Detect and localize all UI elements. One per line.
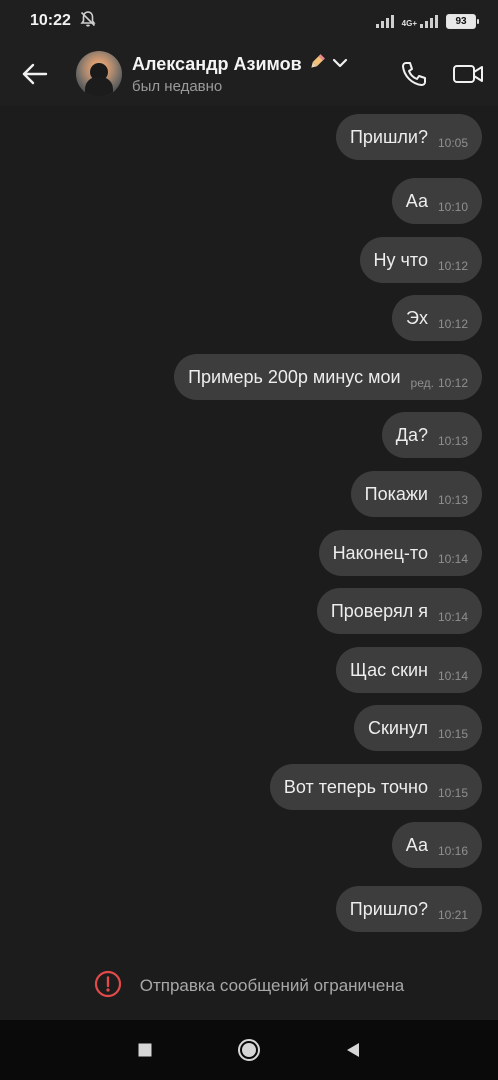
message-time: 10:12: [437, 376, 468, 390]
recents-button[interactable]: [93, 1020, 197, 1080]
message-bubble[interactable]: Ну что 10:12: [359, 237, 482, 283]
message-text: Ну что: [373, 249, 428, 270]
status-bar: 10:22 4G+ 93: [0, 0, 498, 42]
chat-screen: 10:22 4G+ 93 Александр Азимов был недавн…: [0, 0, 498, 1080]
message-time: 10:10: [437, 200, 468, 214]
message-time: 10:12: [437, 317, 468, 331]
home-button[interactable]: [197, 1020, 301, 1080]
triangle-back-icon: [347, 1043, 359, 1057]
message-bubble[interactable]: Щас скин 10:14: [336, 647, 482, 693]
message-bubble[interactable]: Да? 10:13: [381, 412, 482, 458]
video-camera-icon: [453, 65, 483, 83]
message-bubble[interactable]: Покажи 10:13: [350, 471, 482, 517]
message-text: Покажи: [364, 483, 428, 504]
message-time: 10:21: [437, 908, 468, 922]
message-text: Пришло?: [349, 898, 428, 919]
message-list[interactable]: Пришли? 10:05 Аа 10:10 Ну что 10:12 Эх 1…: [0, 106, 498, 946]
call-button[interactable]: [398, 58, 430, 90]
contact-name: Александр Азимов: [132, 54, 302, 74]
restriction-notice: Отправка сообщений ограничена: [0, 962, 498, 1010]
exclamation-circle-icon: [94, 970, 122, 1003]
bell-muted-icon: [79, 10, 97, 33]
message-text: Эх: [406, 307, 428, 328]
signal-icon-2: [420, 14, 438, 28]
pencil-emoji-icon: [308, 53, 326, 76]
message-time: 10:14: [437, 669, 468, 683]
message-text: Проверял я: [330, 600, 428, 621]
message-bubble[interactable]: Проверял я 10:14: [316, 588, 482, 634]
message-text: Вот теперь точно: [283, 776, 428, 797]
status-time: 10:22: [30, 12, 71, 29]
message-bubble[interactable]: Скинул 10:15: [353, 705, 482, 751]
signal-icon: [375, 14, 394, 28]
contact-status: был недавно: [132, 78, 223, 95]
message-bubble[interactable]: Примерь 200р минус мои ред. 10:12: [174, 354, 482, 400]
contact-info[interactable]: Александр Азимов был недавно: [132, 53, 348, 95]
message-text: Да?: [395, 424, 428, 445]
chevron-down-icon[interactable]: [332, 56, 348, 74]
system-nav-bar: [0, 1020, 498, 1080]
message-bubble[interactable]: Пришло? 10:21: [335, 886, 482, 932]
message-text: Наконец-то: [332, 542, 428, 563]
video-call-button[interactable]: [452, 58, 484, 90]
message-bubble[interactable]: Аа 10:16: [391, 822, 482, 868]
message-bubble[interactable]: Аа 10:10: [391, 178, 482, 224]
message-bubble[interactable]: Эх 10:12: [392, 295, 482, 341]
battery-level: 93: [455, 15, 467, 27]
circle-icon: [238, 1039, 260, 1061]
message-text: Аа: [405, 190, 428, 211]
message-bubble[interactable]: Наконец-то 10:14: [318, 530, 482, 576]
edited-label: ред.: [410, 376, 434, 390]
nav-back-button[interactable]: [301, 1020, 405, 1080]
network-type: 4G+: [401, 19, 417, 28]
message-time: 10:13: [437, 434, 468, 448]
message-time: 10:14: [437, 610, 468, 624]
phone-icon: [402, 62, 426, 86]
arrow-left-icon: [22, 63, 48, 85]
message-time: 10:15: [437, 727, 468, 741]
message-text: Скинул: [367, 717, 428, 738]
message-bubble[interactable]: Вот теперь точно 10:15: [269, 764, 482, 810]
message-text: Примерь 200р минус мои: [188, 366, 401, 387]
message-time: 10:16: [437, 844, 468, 858]
back-button[interactable]: [6, 42, 64, 106]
message-time: 10:13: [437, 493, 468, 507]
message-bubble[interactable]: Пришли? 10:05: [335, 114, 482, 160]
message-time: 10:12: [437, 259, 468, 273]
message-text: Щас скин: [350, 659, 428, 680]
square-icon: [138, 1043, 152, 1057]
restriction-text: Отправка сообщений ограничена: [139, 976, 405, 995]
contact-avatar[interactable]: [76, 51, 122, 97]
message-time: 10:05: [437, 136, 468, 150]
message-text: Пришли?: [349, 126, 428, 147]
battery-icon: 93: [446, 13, 479, 29]
message-time: 10:14: [437, 552, 468, 566]
message-time: 10:15: [437, 786, 468, 800]
message-text: Аа: [405, 834, 428, 855]
chat-header: Александр Азимов был недавно: [0, 42, 498, 106]
